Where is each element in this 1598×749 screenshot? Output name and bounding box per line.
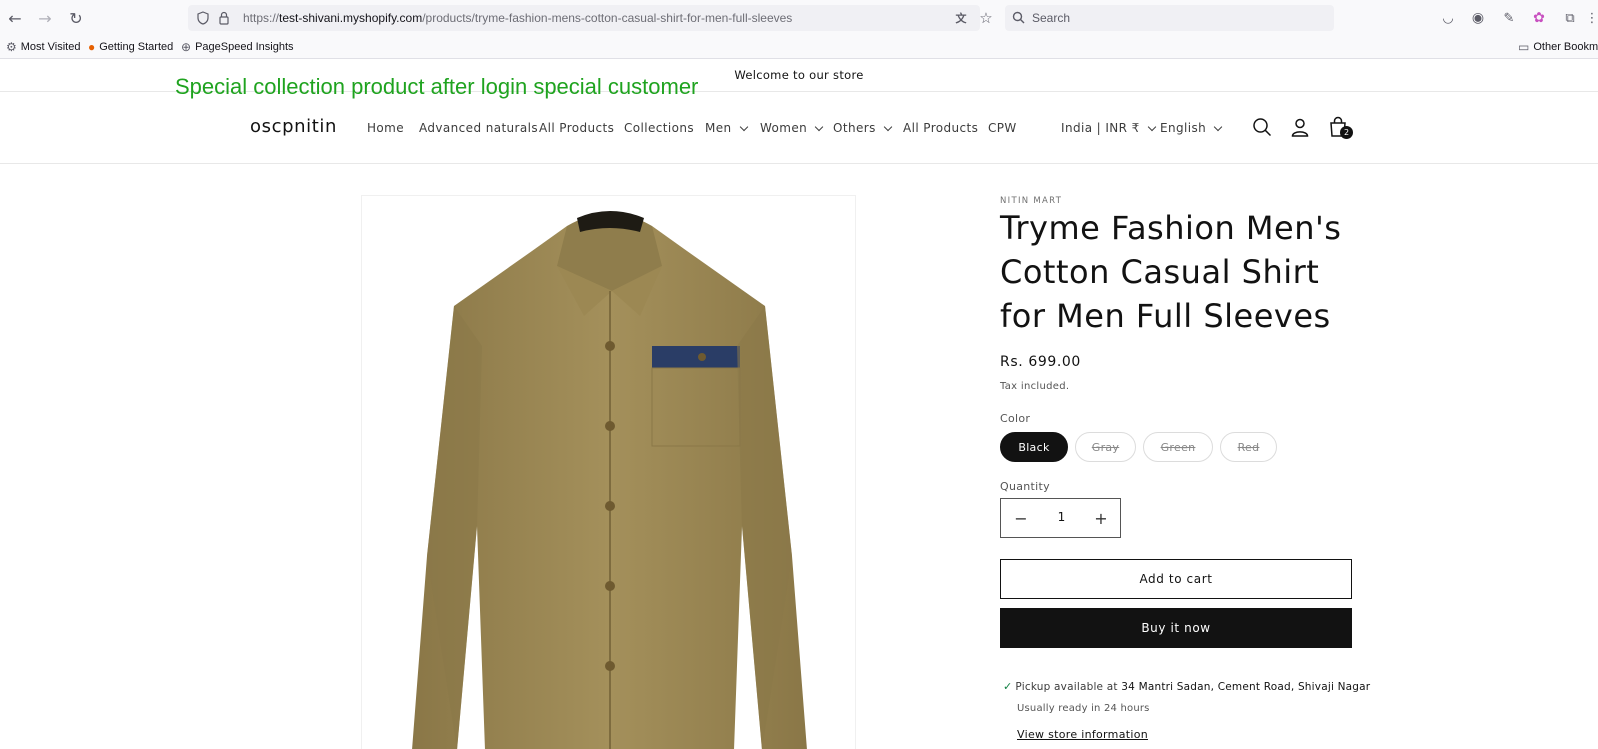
pocket-icon[interactable]: ◡ [1439, 9, 1457, 27]
quantity-decrease-button[interactable]: − [1011, 508, 1031, 528]
tax-note: Tax included. [1000, 381, 1070, 392]
color-option-green[interactable]: Green [1143, 432, 1213, 462]
cart-icon[interactable]: 2 [1325, 114, 1353, 140]
reload-icon[interactable]: ↻ [64, 6, 88, 30]
nav-all-products-2[interactable]: All Products [903, 121, 978, 135]
bookmark-label: Most Visited [20, 41, 81, 53]
folder-icon: ▭ [1518, 40, 1530, 54]
checkmark-icon: ✓ [1003, 680, 1013, 693]
account-icon[interactable]: ◉ [1469, 9, 1487, 27]
search-icon[interactable] [1249, 114, 1275, 140]
chevron-down-icon [814, 122, 824, 131]
annotation-caption: Special collection product after login s… [175, 74, 699, 99]
chevron-down-icon [1147, 122, 1156, 131]
color-option-black[interactable]: Black [1000, 432, 1068, 462]
nav-label: All Products [539, 121, 615, 135]
pickup-address: 34 Mantri Sadan, Cement Road, Shivaji Na… [1121, 681, 1371, 693]
nav-advanced-naturals[interactable]: Advanced naturals [419, 121, 538, 135]
nav-home[interactable]: Home [367, 121, 404, 135]
quantity-increase-button[interactable]: + [1091, 508, 1111, 528]
bookmark-pagespeed[interactable]: ⊕ PageSpeed Insights [181, 40, 294, 54]
nav-label: Advanced naturals [419, 121, 539, 135]
pickup-ready-time: Usually ready in 24 hours [1017, 703, 1150, 714]
store-logo[interactable]: oscpnitin [250, 116, 337, 137]
translate-icon[interactable]: 文 [952, 9, 970, 27]
bookmark-label: PageSpeed Insights [195, 41, 294, 53]
shield-icon [197, 11, 209, 25]
nav-men[interactable]: Men [705, 121, 748, 135]
nav-label: Men [705, 121, 732, 135]
url-prefix: https:// [243, 11, 280, 25]
nav-label: Women [760, 121, 808, 135]
bookmark-star-icon[interactable]: ☆ [977, 9, 995, 27]
language-selector[interactable]: English [1160, 121, 1223, 135]
firefox-icon: ● [88, 40, 96, 54]
quantity-label: Quantity [1000, 480, 1050, 493]
url-host: test-shivani.myshopify.com [279, 11, 423, 25]
eyedropper-icon[interactable]: ✎ [1500, 9, 1518, 27]
pickup-availability: ✓ Pickup available at 34 Mantri Sadan, Ce… [1003, 680, 1370, 693]
back-icon[interactable]: ← [3, 6, 27, 30]
bookmark-other[interactable]: ▭ Other Bookma [1518, 40, 1598, 54]
nav-label: CPW [988, 121, 1017, 135]
account-icon[interactable] [1287, 114, 1313, 140]
bookmark-getting-started[interactable]: ● Getting Started [88, 40, 173, 54]
chevron-down-icon [883, 122, 892, 131]
view-store-info-link[interactable]: View store information [1017, 728, 1148, 741]
pocket-trim [652, 346, 740, 368]
nav-label: Home [367, 121, 405, 135]
nav-women[interactable]: Women [760, 121, 824, 135]
cart-count-badge: 2 [1340, 126, 1353, 139]
color-option-gray[interactable]: Gray [1075, 432, 1136, 462]
nav-all-products[interactable]: All Products [539, 121, 614, 135]
nav-collections[interactable]: Collections [624, 121, 694, 135]
color-picker-icon[interactable]: ✿ [1530, 9, 1548, 27]
lock-icon[interactable] [218, 11, 230, 25]
quantity-stepper: 1 − + [1000, 498, 1121, 538]
gear-icon: ⚙ [6, 40, 17, 54]
product-image[interactable] [361, 195, 856, 749]
store-header: oscpnitin Home Advanced naturals All Pro… [0, 92, 1598, 164]
globe-icon: ⊕ [181, 40, 192, 54]
forward-icon[interactable]: → [33, 6, 57, 30]
nav-others[interactable]: Others [833, 121, 892, 135]
nav-label: All Products [903, 121, 979, 135]
bookmark-label: Getting Started [99, 41, 174, 53]
product-vendor: NITIN MART [1000, 196, 1063, 206]
url-text[interactable]: https://test-shivani.myshopify.com/produ… [243, 11, 792, 25]
country-selector[interactable]: India | INR ₹ [1061, 121, 1156, 135]
bookmark-most-visited[interactable]: ⚙ Most Visited [6, 40, 80, 54]
url-path: /products/tryme-fashion-mens-cotton-casu… [422, 11, 793, 25]
browser-toolbar: ← → ↻ https://test-shivani.myshopify.com… [0, 0, 1598, 36]
shirt-illustration [412, 211, 807, 749]
buy-now-button[interactable]: Buy it now [1000, 608, 1352, 648]
nav-label: Others [833, 121, 876, 135]
country-label: India | INR ₹ [1061, 121, 1140, 135]
product-title: Tryme Fashion Men's Cotton Casual Shirt … [1000, 209, 1342, 335]
language-label: English [1160, 121, 1207, 135]
chevron-down-icon [739, 122, 748, 131]
pickup-prefix: Pickup available at [1015, 681, 1118, 693]
chevron-down-icon [1213, 122, 1223, 131]
menu-icon[interactable]: ⋮ [1583, 9, 1598, 27]
product-price: Rs. 699.00 [1000, 354, 1081, 370]
extensions-icon[interactable]: ⧉ [1561, 9, 1579, 27]
search-icon [1012, 11, 1025, 24]
color-label: Color [1000, 412, 1031, 425]
nav-cpw[interactable]: CPW [988, 121, 1017, 135]
add-to-cart-button[interactable]: Add to cart [1000, 559, 1352, 599]
bookmarks-toolbar: ⚙ Most Visited ● Getting Started ⊕ PageSpee… [0, 36, 1598, 59]
bookmark-label: Other Bookma [1533, 41, 1598, 53]
search-placeholder: Search [1032, 11, 1071, 25]
nav-label: Collections [624, 121, 695, 135]
color-option-red[interactable]: Red [1220, 432, 1277, 462]
